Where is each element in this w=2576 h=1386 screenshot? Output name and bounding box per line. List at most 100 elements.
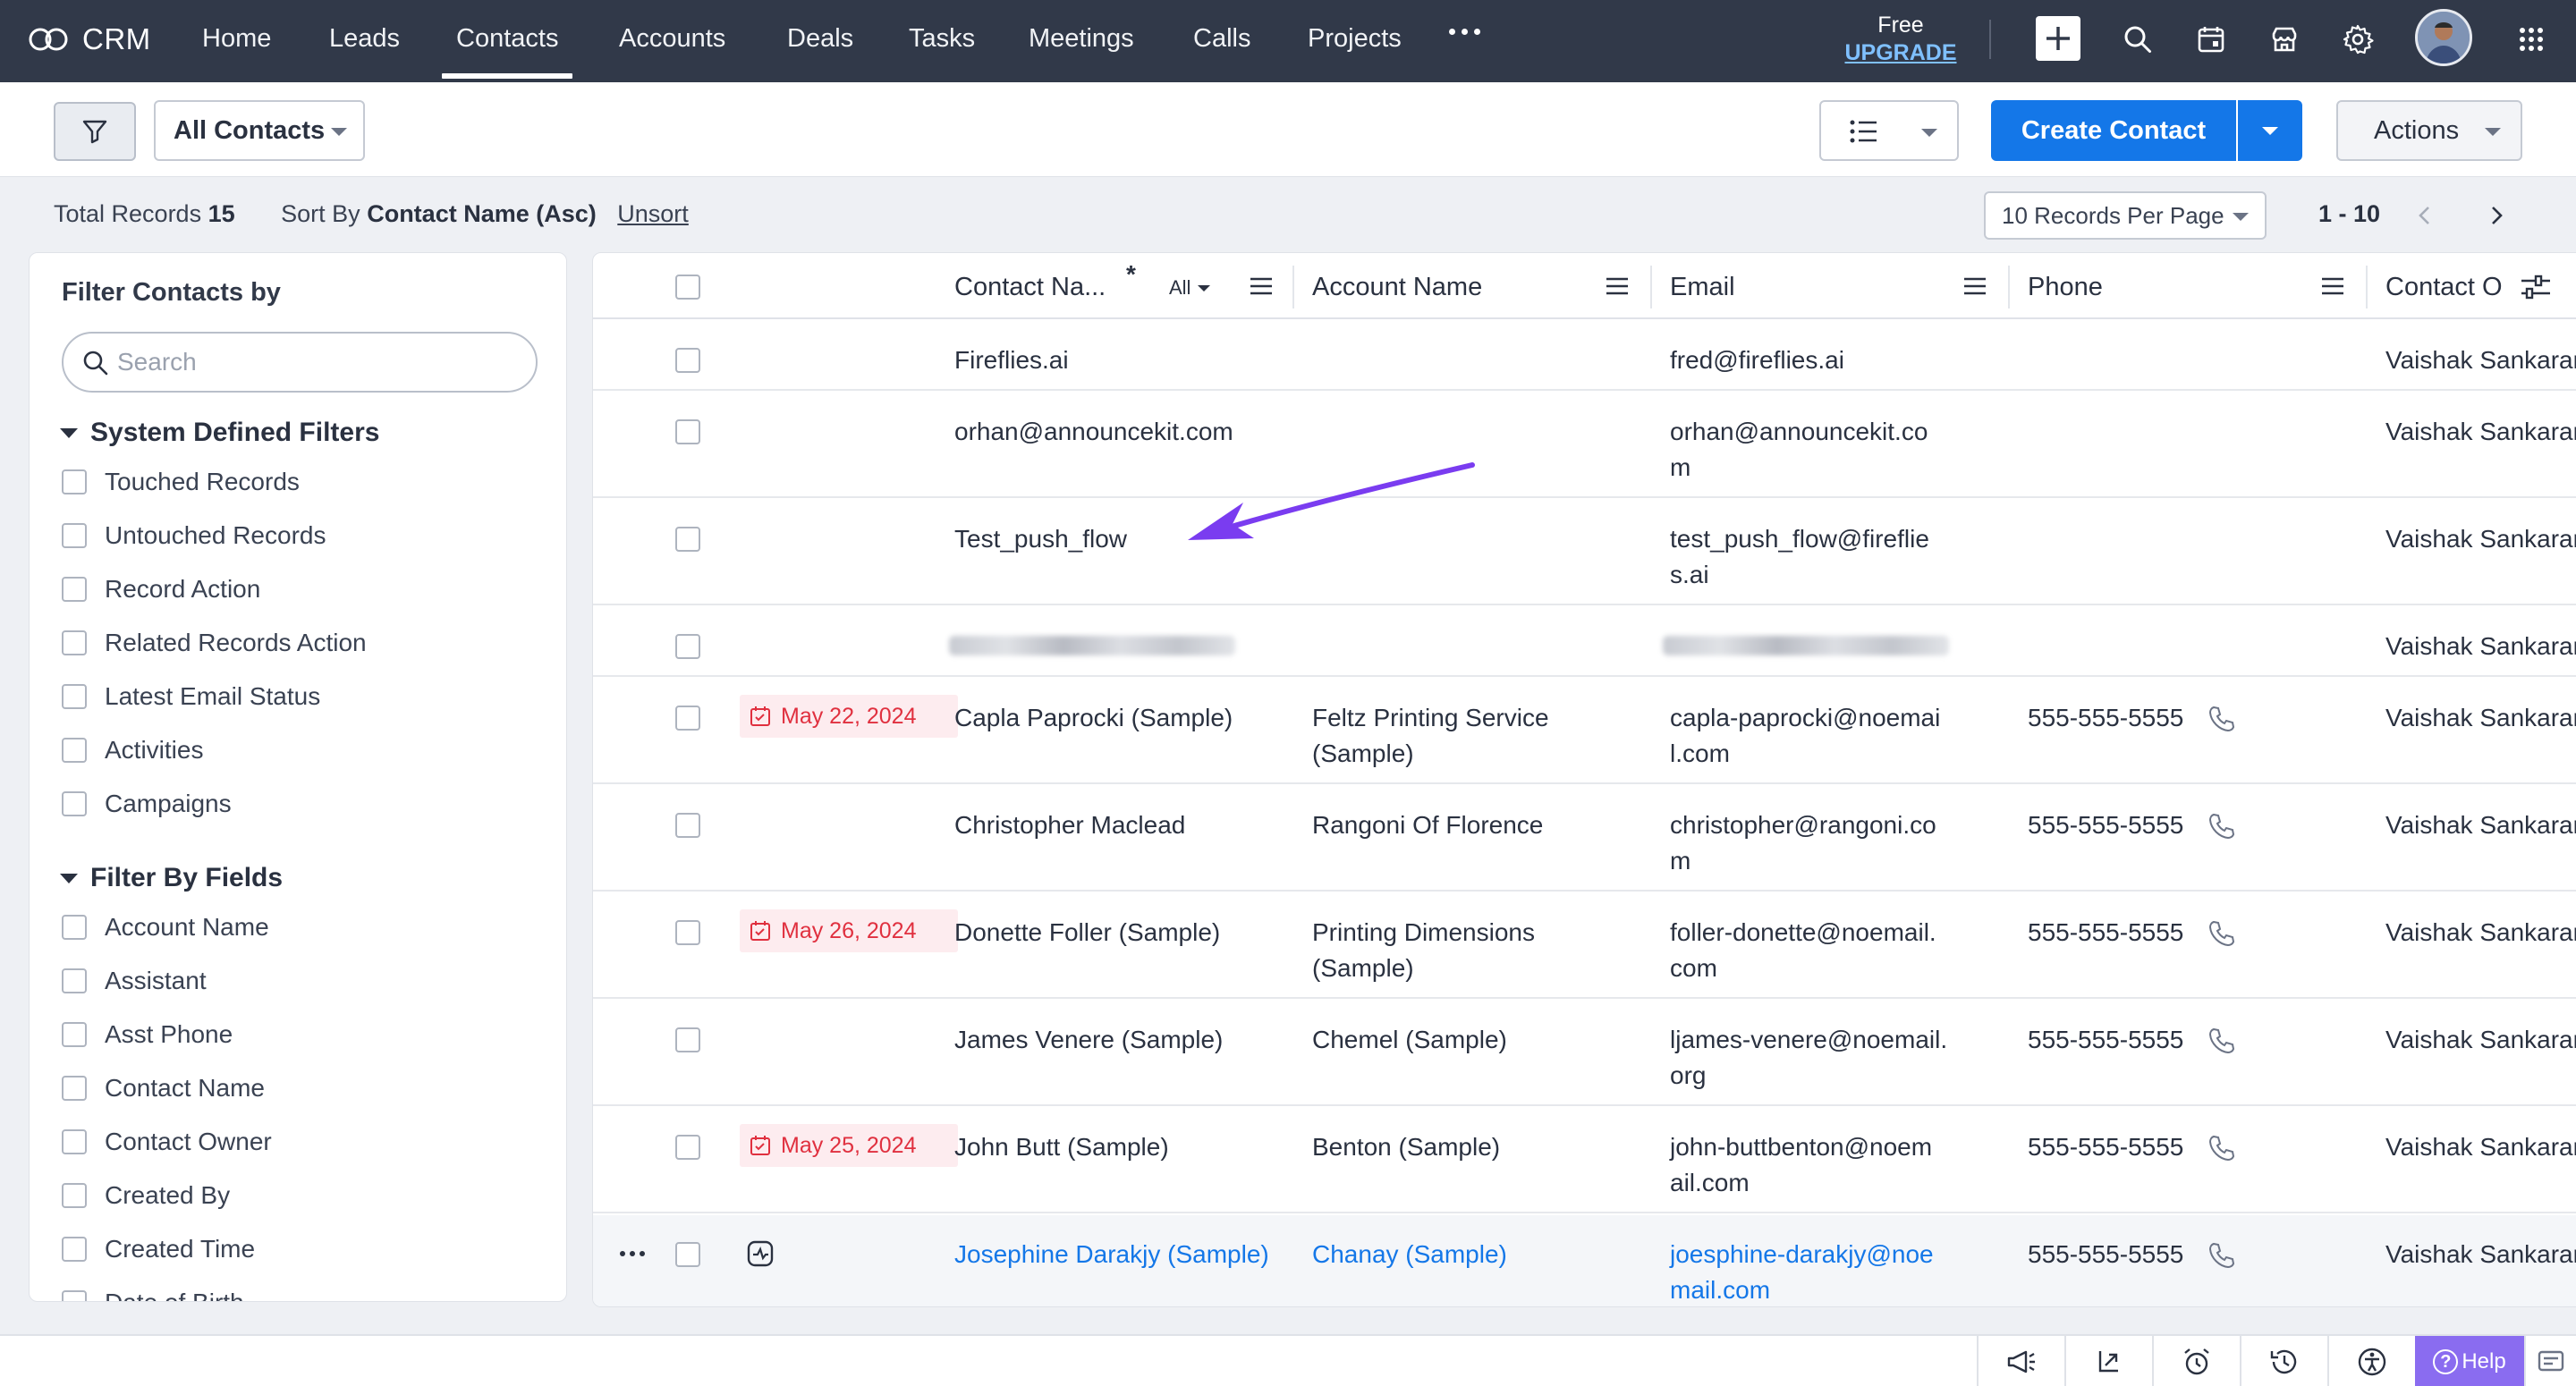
recent-items-button[interactable] xyxy=(2240,1336,2327,1386)
column-menu-phone[interactable] xyxy=(2321,276,2344,296)
checkbox[interactable] xyxy=(62,577,87,602)
nav-tab-tasks[interactable]: Tasks xyxy=(909,0,975,79)
email-cell[interactable]: capla-paprocki@noemai l.com xyxy=(1670,700,1940,772)
contact-name-cell[interactable]: Fireflies.ai xyxy=(954,342,1069,378)
checkbox[interactable] xyxy=(62,630,87,655)
row-checkbox[interactable] xyxy=(675,706,700,731)
table-row[interactable]: Fireflies.ai fred@fireflies.ai Vaishak S… xyxy=(593,321,2576,391)
nav-tab-meetings[interactable]: Meetings xyxy=(1029,0,1134,79)
table-row[interactable]: May 26, 2024 Donette Foller (Sample) Pri… xyxy=(593,893,2576,999)
activity-date-badge[interactable]: May 25, 2024 xyxy=(740,1124,958,1167)
email-cell[interactable]: orhan@announcekit.co m xyxy=(1670,414,1928,486)
account-name-cell[interactable]: Printing Dimensions (Sample) xyxy=(1312,915,1535,986)
contact-name-cell[interactable]: James Venere (Sample) xyxy=(954,1022,1223,1058)
system-filters-header[interactable]: System Defined Filters xyxy=(60,418,379,448)
row-checkbox[interactable] xyxy=(675,1242,700,1267)
phone-icon[interactable] xyxy=(2207,704,2237,734)
search-button[interactable] xyxy=(2116,18,2159,61)
more-tabs-button[interactable] xyxy=(1449,29,1480,35)
nav-tab-accounts[interactable]: Accounts xyxy=(619,0,725,79)
nav-tab-projects[interactable]: Projects xyxy=(1308,0,1402,79)
nav-tab-leads[interactable]: Leads xyxy=(329,0,400,79)
account-name-cell[interactable]: Rangoni Of Florence xyxy=(1312,807,1543,843)
email-cell[interactable]: foller-donette@noemail. com xyxy=(1670,915,1936,986)
filter-latest-email-status[interactable]: Latest Email Status xyxy=(62,682,320,711)
field-filter-created-by[interactable]: Created By xyxy=(62,1181,230,1210)
checkbox[interactable] xyxy=(62,1129,87,1154)
column-header-contact-owner[interactable]: Contact O xyxy=(2385,273,2503,302)
table-row[interactable]: Vaishak Sankaran xyxy=(593,607,2576,677)
contact-name-cell[interactable]: John Butt (Sample) xyxy=(954,1129,1169,1165)
row-checkbox[interactable] xyxy=(675,1135,700,1160)
phone-cell[interactable]: 555-555-5555 xyxy=(2028,807,2183,843)
phone-cell[interactable]: 555-555-5555 xyxy=(2028,700,2183,736)
phone-cell[interactable]: 555-555-5555 xyxy=(2028,1022,2183,1058)
row-checkbox[interactable] xyxy=(675,419,700,444)
contact-name-cell[interactable]: orhan@announcekit.com xyxy=(954,414,1233,450)
table-row[interactable]: Josephine Darakjy (Sample) Chanay (Sampl… xyxy=(593,1215,2576,1306)
checkbox[interactable] xyxy=(62,1237,87,1262)
field-filters-header[interactable]: Filter By Fields xyxy=(60,863,283,893)
filter-touched-records[interactable]: Touched Records xyxy=(62,468,300,496)
settings-button[interactable] xyxy=(2336,18,2379,61)
checkbox[interactable] xyxy=(62,523,87,548)
field-filter-created-time[interactable]: Created Time xyxy=(62,1235,255,1263)
brand[interactable]: CRM xyxy=(27,0,151,79)
row-more-options-button[interactable] xyxy=(620,1251,645,1256)
nav-tab-contacts[interactable]: Contacts xyxy=(441,0,573,79)
checkbox[interactable] xyxy=(62,738,87,763)
announcements-button[interactable] xyxy=(1977,1336,2064,1386)
contact-name-cell[interactable]: Christopher Maclead xyxy=(954,807,1185,843)
account-name-cell[interactable]: Feltz Printing Service (Sample) xyxy=(1312,700,1549,772)
phone-icon[interactable] xyxy=(2207,811,2237,841)
checkbox[interactable] xyxy=(62,469,87,494)
accessibility-button[interactable] xyxy=(2327,1336,2415,1386)
column-header-phone[interactable]: Phone xyxy=(2028,273,2103,302)
column-menu-email[interactable] xyxy=(1963,276,1987,296)
user-avatar[interactable] xyxy=(2415,9,2472,66)
filter-campaigns[interactable]: Campaigns xyxy=(62,790,232,818)
marketplace-button[interactable] xyxy=(2263,18,2306,61)
table-row[interactable]: May 25, 2024 John Butt (Sample) Benton (… xyxy=(593,1108,2576,1213)
column-header-account-name[interactable]: Account Name xyxy=(1312,273,1482,302)
phone-cell[interactable]: 555-555-5555 xyxy=(2028,915,2183,951)
column-header-contact-name[interactable]: Contact Na... xyxy=(954,273,1106,302)
phone-cell[interactable]: 555-555-5555 xyxy=(2028,1237,2183,1272)
create-contact-button[interactable]: Create Contact xyxy=(1991,100,2236,161)
account-name-cell[interactable]: Chemel (Sample) xyxy=(1312,1022,1507,1058)
checkbox[interactable] xyxy=(62,1183,87,1208)
table-row[interactable]: James Venere (Sample) Chemel (Sample) lj… xyxy=(593,1001,2576,1106)
actions-button[interactable]: Actions xyxy=(2336,100,2522,161)
checkbox[interactable] xyxy=(62,1076,87,1101)
filter-toggle-button[interactable] xyxy=(54,102,136,161)
email-cell[interactable]: fred@fireflies.ai xyxy=(1670,342,1844,378)
row-checkbox[interactable] xyxy=(675,634,700,659)
filter-untouched-records[interactable]: Untouched Records xyxy=(62,521,326,550)
row-checkbox[interactable] xyxy=(675,1027,700,1052)
contact-name-cell[interactable]: Donette Foller (Sample) xyxy=(954,915,1220,951)
email-cell[interactable]: joesphine-darakjy@noe mail.com xyxy=(1670,1237,1934,1306)
upgrade-link[interactable]: UPGRADE xyxy=(1843,40,1959,66)
feedback-button[interactable] xyxy=(2524,1336,2576,1386)
phone-icon[interactable] xyxy=(2207,918,2237,949)
help-button[interactable]: ? Help xyxy=(2415,1336,2524,1386)
table-row[interactable]: Test_push_flow test_push_flow@fireflie s.… xyxy=(593,500,2576,605)
next-page-button[interactable] xyxy=(2483,202,2510,229)
activity-date-badge[interactable]: May 26, 2024 xyxy=(740,909,958,952)
field-filter-asst-phone[interactable]: Asst Phone xyxy=(62,1020,233,1049)
records-per-page-select[interactable]: 10 Records Per Page xyxy=(1984,191,2267,240)
sidebar-search-input[interactable]: Search xyxy=(62,332,538,393)
phone-icon[interactable] xyxy=(2207,1133,2237,1163)
contact-name-cell[interactable]: Josephine Darakjy (Sample) xyxy=(954,1237,1269,1272)
row-checkbox[interactable] xyxy=(675,527,700,552)
checkbox[interactable] xyxy=(62,791,87,816)
view-mode-select[interactable] xyxy=(1819,100,1959,161)
email-cell[interactable]: christopher@rangoni.co m xyxy=(1670,807,1936,879)
field-filter-account-name[interactable]: Account Name xyxy=(62,913,269,942)
table-row[interactable]: May 22, 2024 Capla Paprocki (Sample) Fel… xyxy=(593,679,2576,784)
custom-view-select[interactable]: All Contacts xyxy=(154,100,365,161)
column-menu-contact-name[interactable] xyxy=(1250,276,1273,296)
unsort-link[interactable]: Unsort xyxy=(617,200,689,227)
filter-record-action[interactable]: Record Action xyxy=(62,575,260,604)
row-checkbox[interactable] xyxy=(675,348,700,373)
